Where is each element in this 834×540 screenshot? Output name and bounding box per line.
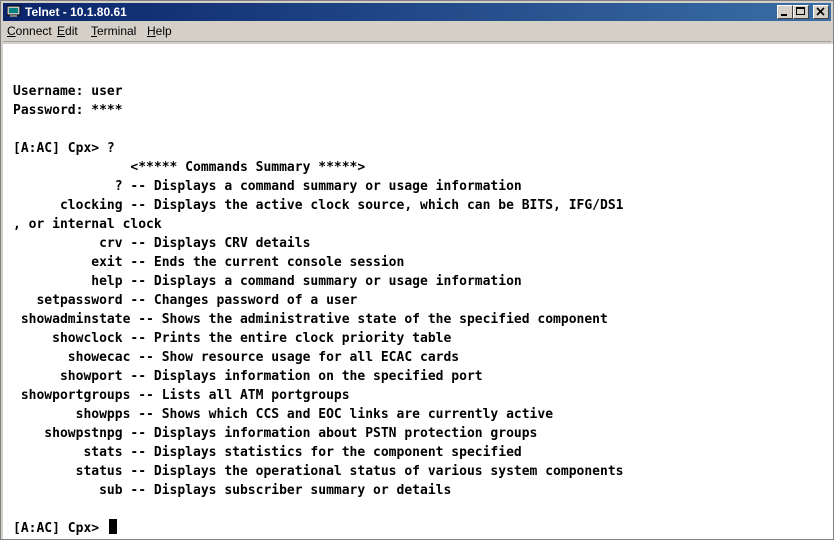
- terminal-line: <***** Commands Summary *****>: [13, 160, 366, 175]
- minimize-icon: [781, 14, 787, 16]
- menu-connect[interactable]: Connect: [7, 24, 52, 39]
- terminal-line: clocking -- Displays the active clock so…: [13, 198, 624, 213]
- menu-terminal[interactable]: Terminal: [91, 24, 136, 39]
- terminal-line: showpps -- Shows which CCS and EOC links…: [13, 407, 554, 422]
- terminal-line: showecac -- Show resource usage for all …: [13, 350, 460, 365]
- terminal-line: showadminstate -- Shows the administrati…: [13, 312, 608, 327]
- terminal-output: Username: user Password: **** [A:AC] Cpx…: [13, 82, 623, 538]
- terminal-prompt-line[interactable]: [A:AC] Cpx>: [13, 519, 623, 538]
- maximize-icon: [796, 7, 805, 15]
- close-icon: [816, 7, 825, 16]
- telnet-app-icon[interactable]: [6, 5, 21, 18]
- terminal-line: exit -- Ends the current console session: [13, 255, 405, 270]
- terminal-line: help -- Displays a command summary or us…: [13, 274, 522, 289]
- menu-bar: Connect Edit Terminal Help: [3, 22, 831, 42]
- terminal-prompt: [A:AC] Cpx>: [13, 521, 107, 536]
- terminal-screen[interactable]: Username: user Password: **** [A:AC] Cpx…: [3, 44, 833, 539]
- terminal-line: Username: user: [13, 84, 123, 99]
- text-cursor: [108, 519, 117, 534]
- terminal-line: showclock -- Prints the entire clock pri…: [13, 331, 452, 346]
- telnet-window: Telnet - 10.1.80.61 Connect Edit Termina…: [0, 0, 834, 540]
- title-bar[interactable]: Telnet - 10.1.80.61: [3, 3, 831, 21]
- terminal-line: setpassword -- Changes password of a use…: [13, 293, 358, 308]
- maximize-button[interactable]: [793, 5, 809, 19]
- close-button[interactable]: [813, 5, 829, 19]
- menu-edit[interactable]: Edit: [57, 24, 78, 39]
- terminal-line: status -- Displays the operational statu…: [13, 464, 624, 479]
- terminal-line: Password: ****: [13, 103, 123, 118]
- terminal-line: showport -- Displays information on the …: [13, 369, 483, 384]
- terminal-line: showportgroups -- Lists all ATM portgrou…: [13, 388, 350, 403]
- terminal-line: crv -- Displays CRV details: [13, 236, 311, 251]
- terminal-line: ? -- Displays a command summary or usage…: [13, 179, 522, 194]
- menu-help[interactable]: Help: [147, 24, 172, 39]
- terminal-line: showpstnpg -- Displays information about…: [13, 426, 538, 441]
- terminal-line: stats -- Displays statistics for the com…: [13, 445, 522, 460]
- terminal-line: sub -- Displays subscriber summary or de…: [13, 483, 452, 498]
- terminal-line: [A:AC] Cpx> ?: [13, 141, 115, 156]
- minimize-button[interactable]: [777, 5, 793, 19]
- window-title: Telnet - 10.1.80.61: [25, 5, 127, 19]
- terminal-line: , or internal clock: [13, 217, 162, 232]
